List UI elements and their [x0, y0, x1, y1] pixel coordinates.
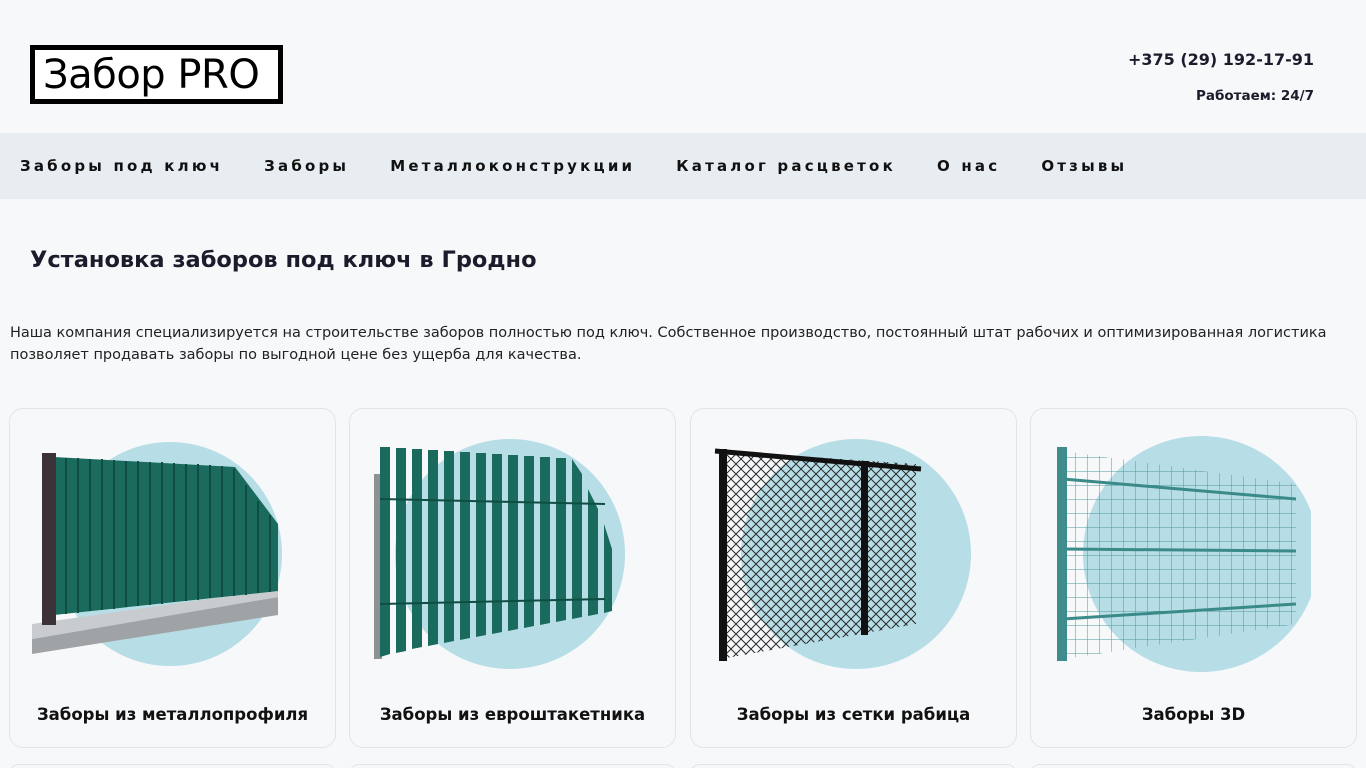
- card-chain-link-fence[interactable]: Заборы из сетки рабица: [690, 408, 1017, 748]
- card-label: Заборы из евроштакетника: [379, 705, 646, 724]
- nav-item-color-catalog[interactable]: Каталог расцветок: [676, 157, 896, 175]
- nav-item-fences[interactable]: Заборы: [264, 157, 349, 175]
- card-row-next: [349, 764, 676, 768]
- card-metal-profile-fence[interactable]: Заборы из металлопрофиля: [9, 408, 336, 748]
- card-label: Заборы из сетки рабица: [736, 705, 971, 724]
- nav-item-reviews[interactable]: Отзывы: [1041, 157, 1127, 175]
- nav-item-about[interactable]: О нас: [937, 157, 1000, 175]
- site-logo[interactable]: Забор PRO: [30, 45, 283, 104]
- card-row-next: [690, 764, 1017, 768]
- picket-fence-image: [374, 439, 625, 669]
- site-header: Забор PRO +375 (29) 192-17-91 Работаем: …: [0, 0, 1366, 133]
- card-row-next: [9, 764, 336, 768]
- card-label: Заборы из металлопрофиля: [36, 705, 309, 724]
- metal-profile-fence-image: [32, 442, 282, 666]
- phone-number-link[interactable]: +375 (29) 192-17-91: [1128, 50, 1314, 69]
- main-navigation: Заборы под ключ Заборы Металлоконструкци…: [0, 133, 1366, 199]
- nav-item-metal-structures[interactable]: Металлоконструкции: [390, 157, 635, 175]
- intro-text: Наша компания специализируется на строит…: [10, 325, 1327, 363]
- working-hours: Работаем: 24/7: [1195, 88, 1314, 104]
- page-title: Установка заборов под ключ в Гродно: [30, 247, 537, 273]
- card-row-next: [1030, 764, 1357, 768]
- chain-link-fence-image: [714, 439, 971, 669]
- card-3d-panel-fence[interactable]: Заборы 3D: [1030, 408, 1357, 748]
- card-picket-fence[interactable]: Заборы из евроштакетника: [349, 408, 676, 748]
- card-label: Заборы 3D: [1141, 705, 1246, 724]
- 3d-panel-fence-image: [1057, 436, 1311, 672]
- logo-text: Забор PRO: [43, 51, 260, 98]
- nav-item-turnkey-fences[interactable]: Заборы под ключ: [20, 157, 223, 175]
